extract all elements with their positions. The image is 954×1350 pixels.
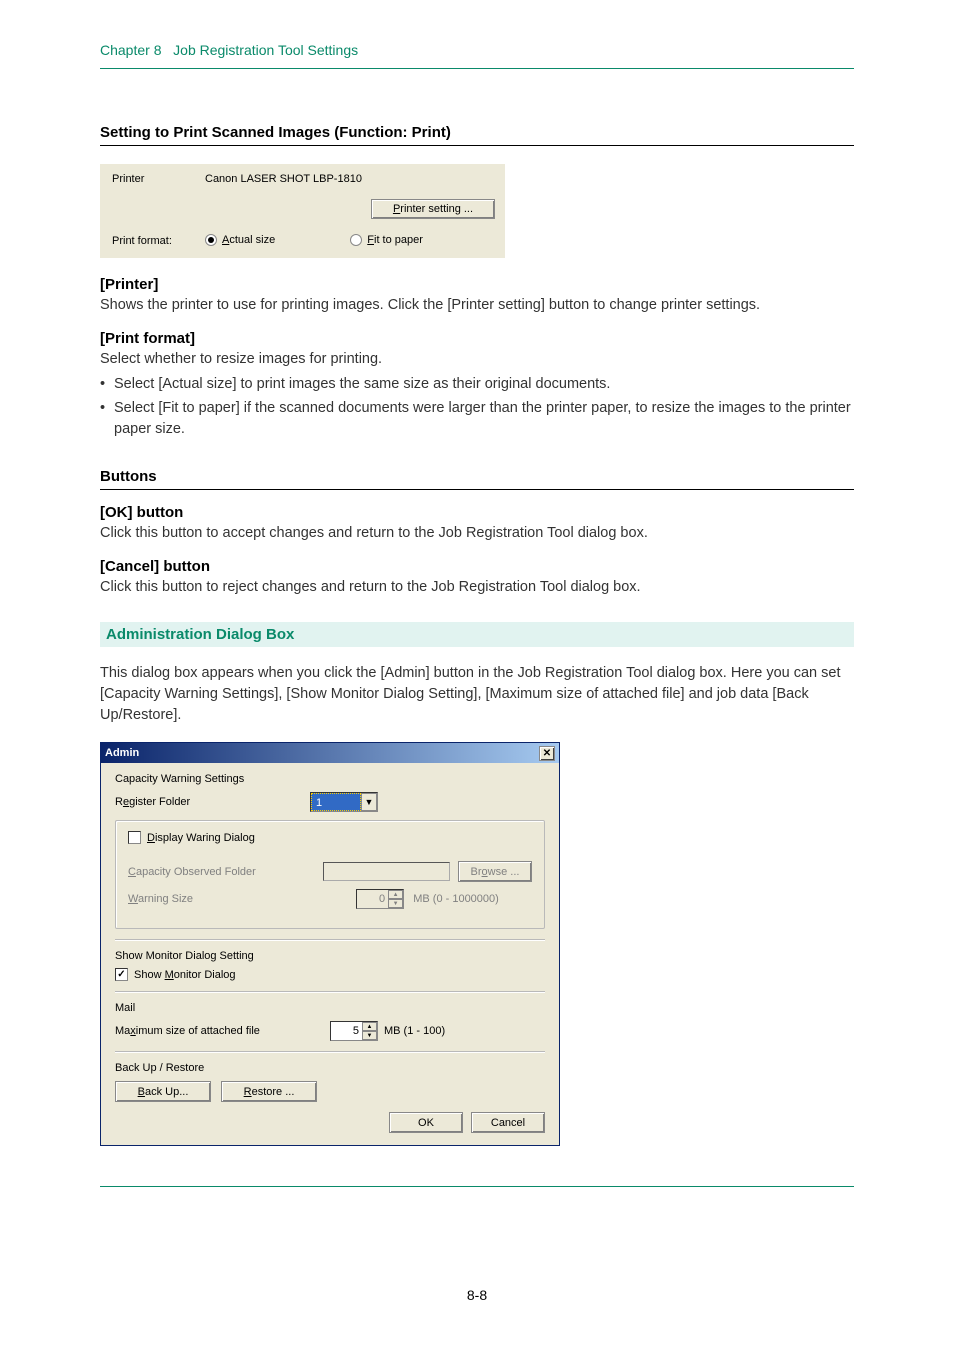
warning-size-value: 0: [357, 893, 388, 905]
chapter-header: Chapter 8 Job Registration Tool Settings: [100, 42, 854, 69]
admin-dialog: Admin ✕ Capacity Warning Settings Regist…: [100, 742, 560, 1146]
text-ok-desc: Click this button to accept changes and …: [100, 523, 854, 544]
text-cancel-desc: Click this button to reject changes and …: [100, 577, 854, 598]
chevron-up-icon: ▲: [388, 890, 403, 899]
label-show-monitor-setting: Show Monitor Dialog Setting: [115, 950, 545, 962]
cancel-button[interactable]: Cancel: [471, 1112, 545, 1133]
label-printer: Printer: [100, 173, 205, 185]
text-print-format-intro: Select whether to resize images for prin…: [100, 349, 854, 370]
checkbox-display-warning[interactable]: Display Waring Dialog: [128, 831, 255, 844]
close-icon[interactable]: ✕: [539, 746, 555, 761]
checkbox-show-monitor[interactable]: Show Monitor Dialog: [115, 968, 236, 981]
label-capacity-warning-settings: Capacity Warning Settings: [115, 773, 545, 785]
max-attach-spinner[interactable]: 5 ▲ ▼: [330, 1021, 378, 1041]
bullet-item: Select [Fit to paper] if the scanned doc…: [100, 398, 854, 440]
checkbox-icon: [128, 831, 141, 844]
restore-button[interactable]: Restore ...: [221, 1081, 317, 1102]
chevron-down-icon[interactable]: ▼: [361, 793, 377, 811]
subhead-print-format: [Print format]: [100, 330, 854, 347]
page-number: 8-8: [100, 1287, 854, 1303]
radio-fit-to-paper[interactable]: Fit to paper: [350, 234, 423, 246]
printer-settings-panel: Printer Canon LASER SHOT LBP-1810 Printe…: [100, 164, 505, 258]
warning-size-range: MB (0 - 1000000): [413, 893, 499, 905]
bullet-item: Select [Actual size] to print images the…: [100, 374, 854, 395]
chevron-down-icon: ▼: [388, 899, 403, 908]
section-title-admin: Administration Dialog Box: [100, 622, 854, 647]
browse-button: Browse ...: [458, 861, 532, 882]
section-title-print: Setting to Print Scanned Images (Functio…: [100, 124, 854, 146]
label-capacity-observed: Capacity Observed Folder: [128, 866, 323, 878]
max-attach-range: MB (1 - 100): [384, 1025, 445, 1037]
text-printer-desc: Shows the printer to use for printing im…: [100, 295, 854, 316]
section-title-buttons: Buttons: [100, 468, 854, 490]
subhead-printer: [Printer]: [100, 276, 854, 293]
radio-icon: [205, 234, 217, 246]
dialog-title: Admin: [105, 747, 139, 759]
max-attach-value: 5: [331, 1025, 362, 1037]
label-register-folder: Register Folder: [115, 796, 310, 808]
register-folder-value: 1: [311, 793, 361, 811]
text-admin-intro: This dialog box appears when you click t…: [100, 663, 854, 726]
checkbox-icon: [115, 968, 128, 981]
radio-icon: [350, 234, 362, 246]
ok-button[interactable]: OK: [389, 1112, 463, 1133]
label-max-attach: Maximum size of attached file: [115, 1025, 330, 1037]
capacity-observed-input: [323, 862, 450, 881]
subhead-ok: [OK] button: [100, 504, 854, 521]
label-warning-size: Warning Size: [128, 893, 323, 905]
register-folder-dropdown[interactable]: 1 ▼: [310, 792, 378, 812]
subhead-cancel: [Cancel] button: [100, 558, 854, 575]
chapter-number: Chapter 8: [100, 42, 161, 58]
label-backup-restore: Back Up / Restore: [115, 1062, 545, 1074]
chevron-up-icon[interactable]: ▲: [362, 1022, 377, 1031]
backup-button[interactable]: Back Up...: [115, 1081, 211, 1102]
bullets-print-format: Select [Actual size] to print images the…: [100, 374, 854, 440]
warning-size-spinner: 0 ▲ ▼: [356, 889, 404, 909]
printer-setting-button[interactable]: Printer setting ...: [371, 199, 495, 219]
radio-actual-size[interactable]: Actual size: [205, 234, 275, 246]
dialog-titlebar: Admin ✕: [101, 743, 559, 763]
label-print-format: Print format:: [100, 235, 205, 247]
group-capacity: Display Waring Dialog Capacity Observed …: [115, 820, 545, 929]
chapter-title: Job Registration Tool Settings: [173, 42, 358, 58]
value-printer: Canon LASER SHOT LBP-1810: [205, 173, 505, 185]
chevron-down-icon[interactable]: ▼: [362, 1031, 377, 1040]
label-mail: Mail: [115, 1002, 545, 1014]
